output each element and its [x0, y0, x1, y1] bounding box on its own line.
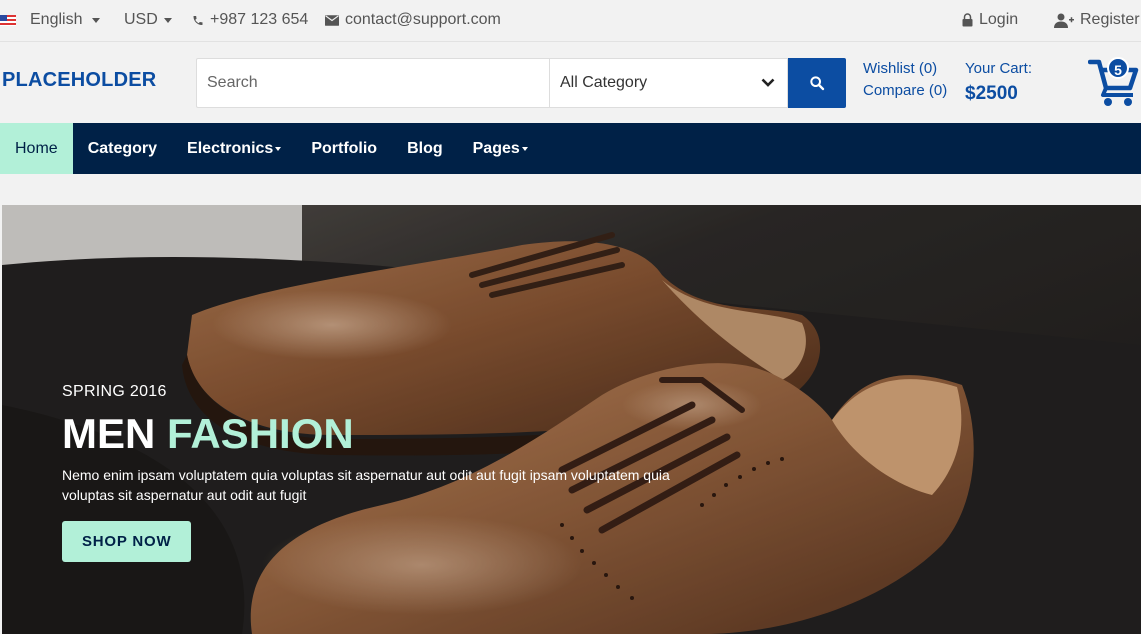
cart-label: Your Cart:	[965, 60, 1032, 77]
site-logo[interactable]: PLACEHOLDER	[2, 69, 156, 92]
email-address: contact@support.com	[345, 11, 501, 28]
register-label: Register	[1080, 11, 1140, 28]
phone-number: +987 123 654	[210, 11, 309, 28]
envelope-icon	[325, 14, 339, 26]
nav-item-electronics[interactable]: Electronics	[172, 123, 296, 174]
category-selected-label: All Category	[560, 74, 648, 91]
chevron-down-icon	[163, 17, 172, 23]
currency-label: USD	[124, 11, 158, 28]
compare-link[interactable]: Compare (0)	[863, 80, 947, 102]
nav-item-blog[interactable]: Blog	[392, 123, 458, 174]
language-selector[interactable]: English	[0, 11, 101, 29]
lock-icon	[962, 13, 973, 27]
nav-item-label: Category	[87, 139, 158, 157]
hero-description: Nemo enim ipsam voluptatem quia voluptas…	[62, 467, 670, 503]
nav-item-label: Electronics	[187, 139, 274, 157]
wishlist-link[interactable]: Wishlist (0)	[863, 58, 947, 80]
account-links: Wishlist (0) Compare (0)	[863, 58, 947, 102]
shop-now-button[interactable]: SHOP NOW	[62, 521, 192, 562]
chevron-down-icon	[92, 17, 101, 23]
nav-item-label: Pages	[472, 139, 520, 157]
search-button[interactable]	[788, 58, 846, 108]
email-info: contact@support.com	[325, 11, 501, 29]
nav-item-portfolio[interactable]: Portfolio	[296, 123, 392, 174]
category-dropdown[interactable]: All Category	[549, 58, 788, 108]
cart-summary[interactable]: Your Cart: $2500	[965, 58, 1032, 108]
login-link[interactable]: Login	[962, 11, 1018, 29]
nav-item-home[interactable]: Home	[0, 123, 73, 174]
hero-banner: SPRING 2016 MEN FASHION Nemo enim ipsam …	[2, 205, 1141, 634]
language-label: English	[30, 11, 83, 28]
nav-item-label: Blog	[407, 139, 443, 157]
search-bar: All Category	[196, 58, 846, 108]
main-nav: Home Category Electronics Portfolio Blog…	[0, 123, 1141, 174]
hero-subtitle: SPRING 2016	[62, 383, 167, 400]
caret-down-icon	[521, 146, 528, 151]
hero-title-main: MEN	[62, 410, 156, 457]
us-flag-icon	[0, 14, 16, 26]
cart-amount: $2500	[965, 83, 1018, 104]
login-label: Login	[979, 11, 1019, 28]
search-input[interactable]	[196, 58, 549, 108]
top-bar: English USD +987 123 654 contact@support…	[0, 0, 1141, 42]
hero-title-accent: FASHION	[167, 410, 354, 457]
nav-item-pages[interactable]: Pages	[458, 123, 543, 174]
cart-count-badge: 5	[1107, 57, 1129, 79]
user-plus-icon	[1054, 13, 1074, 28]
register-link[interactable]: Register	[1054, 11, 1140, 29]
chevron-down-icon	[761, 78, 775, 87]
nav-item-label: Home	[15, 139, 58, 157]
nav-item-category[interactable]: Category	[73, 123, 172, 174]
caret-down-icon	[275, 146, 282, 151]
phone-info: +987 123 654	[192, 11, 308, 29]
hero-content: SPRING 2016 MEN FASHION Nemo enim ipsam …	[62, 383, 722, 562]
site-header: PLACEHOLDER All Category Wishlist (0) Co…	[0, 43, 1141, 123]
search-icon	[810, 76, 825, 91]
nav-item-label: Portfolio	[311, 139, 378, 157]
phone-icon	[193, 15, 203, 25]
currency-selector[interactable]: USD	[124, 11, 172, 29]
hero-title: MEN FASHION	[62, 409, 722, 459]
